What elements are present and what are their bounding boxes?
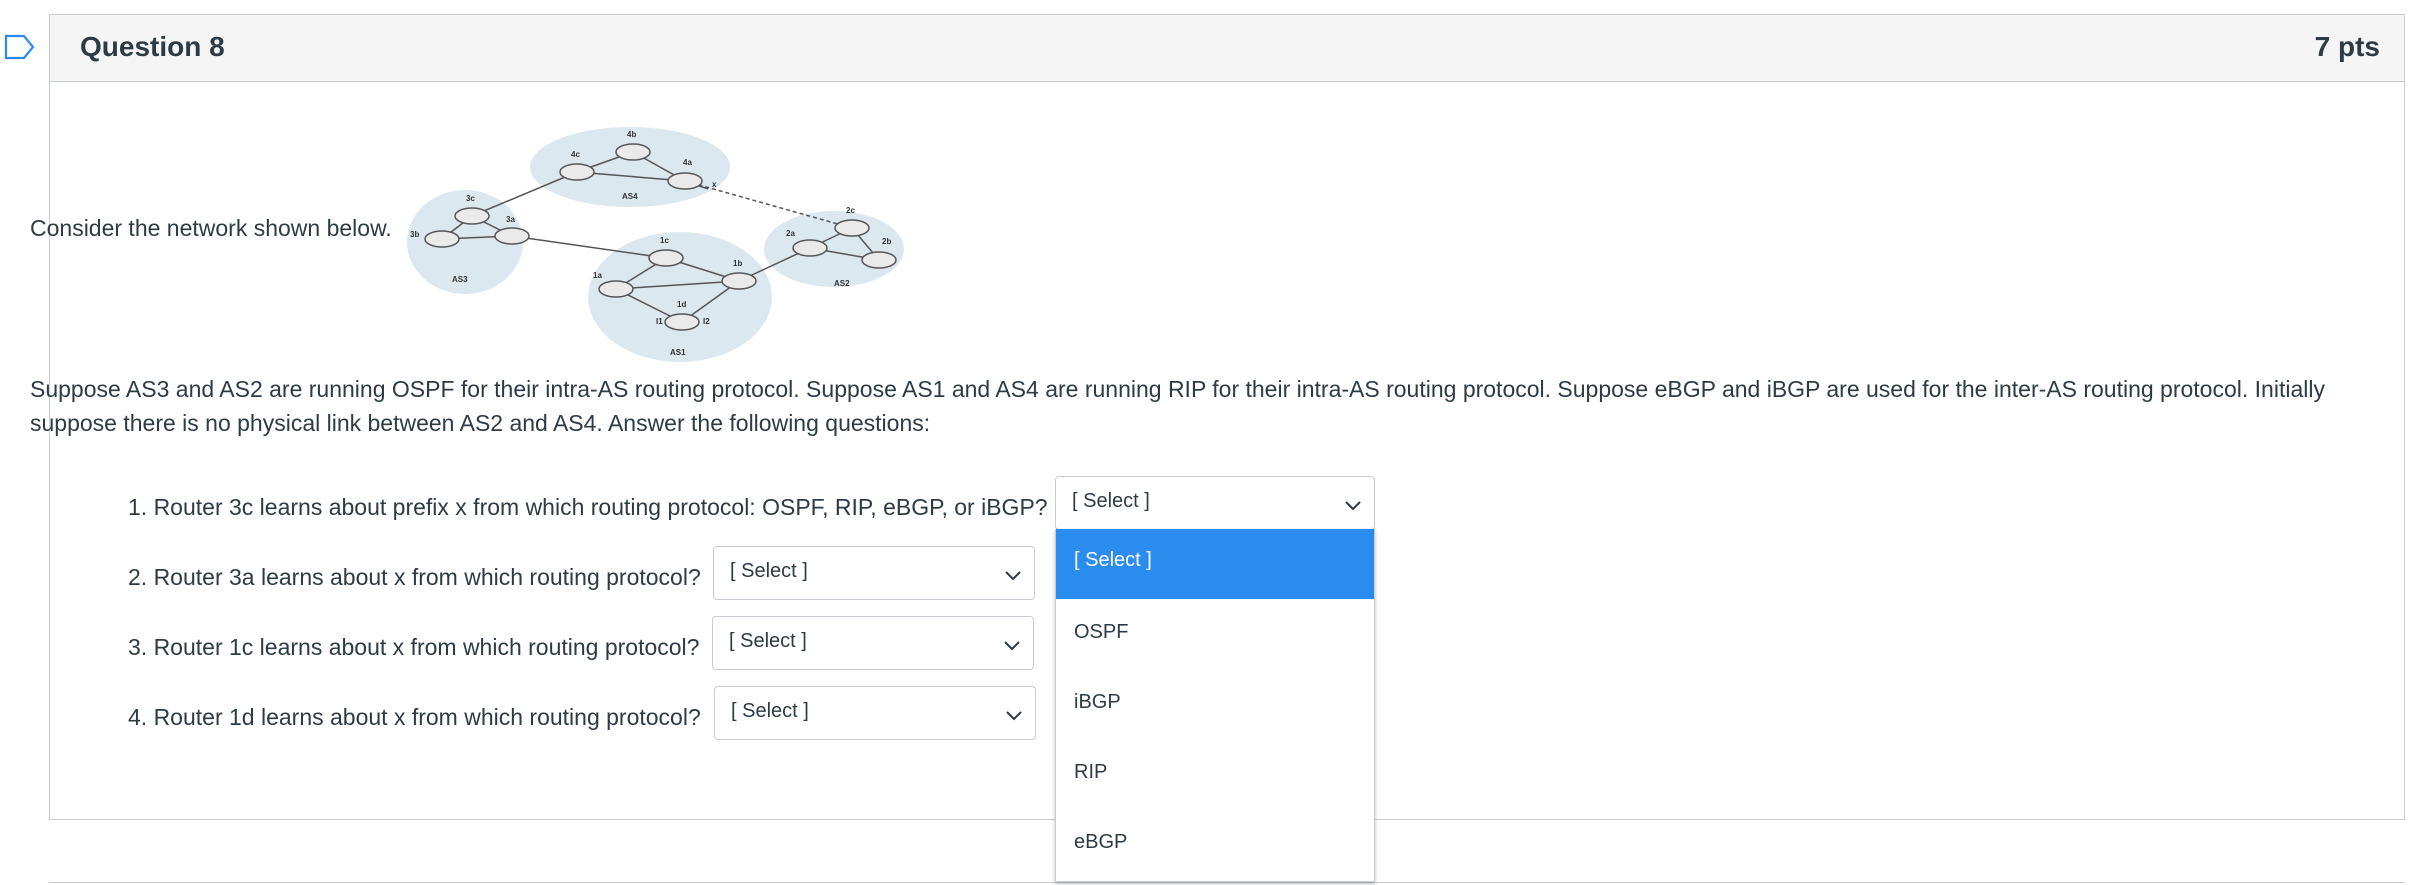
label-4a: 4a — [683, 158, 692, 167]
chevron-down-icon — [1004, 641, 1020, 651]
network-diagram: AS4 AS3 AS1 AS2 4c 4b 4a 3c 3a 3b 1c 1a … — [407, 127, 904, 362]
label-2b: 2b — [882, 237, 891, 246]
item-1-text: 1. Router 3c learns about prefix x from … — [128, 494, 1048, 520]
item-2-select-value: [ Select ] — [730, 560, 808, 582]
label-1d: 1d — [677, 300, 686, 309]
label-3c: 3c — [466, 194, 475, 203]
label-1c: 1c — [660, 236, 669, 245]
item-3-select[interactable]: [ Select ] — [712, 616, 1034, 670]
bookmark-icon[interactable] — [4, 34, 36, 60]
bottom-divider — [49, 882, 2405, 883]
label-as3: AS3 — [452, 275, 468, 284]
item-2-select[interactable]: [ Select ] — [713, 546, 1035, 600]
item-4-select-value: [ Select ] — [731, 700, 809, 722]
label-as4: AS4 — [622, 192, 638, 201]
label-4c: 4c — [571, 150, 580, 159]
question-body: Suppose AS3 and AS2 are running OSPF for… — [30, 376, 2325, 436]
item-3-text: 3. Router 1c learns about x from which r… — [128, 634, 700, 660]
item-2-text: 2. Router 3a learns about x from which r… — [128, 564, 701, 590]
item-4-text: 4. Router 1d learns about x from which r… — [128, 704, 701, 730]
intro-text: Consider the network shown below. — [30, 215, 392, 241]
question-header: Question 8 7 pts — [50, 15, 2404, 82]
label-as1: AS1 — [670, 348, 686, 357]
label-3a: 3a — [506, 215, 515, 224]
label-i1: I1 — [656, 317, 663, 326]
dropdown-option-rip[interactable]: RIP — [1056, 739, 1374, 809]
label-4b: 4b — [627, 130, 636, 139]
dropdown-option-ibgp[interactable]: iBGP — [1056, 669, 1374, 739]
chevron-down-icon — [1005, 571, 1021, 581]
question-title: Question 8 — [80, 31, 225, 62]
dropdown-option-ebgp[interactable]: eBGP — [1056, 809, 1374, 879]
label-1a: 1a — [593, 271, 602, 280]
label-1b: 1b — [733, 259, 742, 268]
item-1-select[interactable]: [ Select ] — [1055, 476, 1375, 530]
label-prefix-x: x — [712, 180, 717, 189]
dropdown-option-select[interactable]: [ Select ] — [1056, 529, 1374, 599]
label-2a: 2a — [786, 229, 795, 238]
item-3-select-value: [ Select ] — [729, 630, 807, 652]
chevron-down-icon — [1006, 711, 1022, 721]
chevron-down-icon — [1345, 501, 1361, 511]
item-1-dropdown-menu: [ Select ] OSPF iBGP RIP eBGP — [1055, 529, 1375, 882]
item-1-select-value: [ Select ] — [1072, 490, 1150, 512]
question-points: 7 pts — [2314, 31, 2380, 62]
item-4-select[interactable]: [ Select ] — [714, 686, 1036, 740]
label-3b: 3b — [410, 230, 419, 239]
label-i2: I2 — [703, 317, 710, 326]
label-2c: 2c — [846, 206, 855, 215]
dropdown-option-ospf[interactable]: OSPF — [1056, 599, 1374, 669]
label-as2: AS2 — [834, 279, 850, 288]
